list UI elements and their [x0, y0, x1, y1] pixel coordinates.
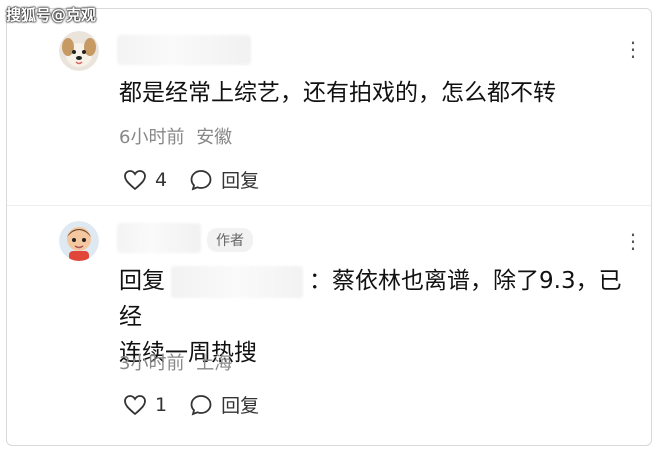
reply-prefix[interactable]: 回复 — [119, 268, 165, 294]
comment-meta: 3小时前 上海 — [119, 349, 232, 375]
comment-bubble-icon — [190, 394, 212, 415]
comment-actions: 1 回复 — [123, 391, 281, 418]
reply-button[interactable]: 回复 — [189, 391, 259, 418]
comment-time: 3小时前 — [119, 353, 185, 374]
author-badge: 作者 — [207, 228, 253, 252]
like-count: 4 — [155, 168, 168, 191]
more-dots-icon[interactable]: ⋮ — [623, 231, 644, 251]
reply-label: 回复 — [221, 395, 260, 417]
like-count: 1 — [155, 393, 168, 416]
heart-icon — [124, 169, 146, 190]
divider — [7, 205, 651, 206]
comment-time: 6小时前 — [119, 127, 185, 148]
comment-actions: 4 回复 — [123, 166, 281, 193]
avatar-dog[interactable] — [59, 31, 99, 71]
comment-meta: 6小时前 安徽 — [119, 123, 232, 149]
comment-location: 安徽 — [196, 127, 233, 148]
username-blurred[interactable] — [117, 223, 201, 253]
like-button[interactable]: 4 — [123, 169, 167, 191]
comment-text: 都是经常上综艺，还有拍戏的，怎么都不转 — [119, 80, 556, 106]
comment-card: ⋮ 都是经常上综艺，还有拍戏的，怎么都不转 6小时前 安徽 4 回复 作者 ⋮ … — [6, 8, 652, 446]
username-blurred[interactable] — [117, 35, 251, 65]
avatar-author[interactable] — [59, 221, 99, 261]
comment-bubble-icon — [190, 169, 212, 190]
like-button[interactable]: 1 — [123, 394, 167, 416]
reply-target-blurred[interactable] — [171, 265, 303, 298]
heart-icon — [124, 394, 146, 415]
more-dots-icon[interactable]: ⋮ — [623, 39, 644, 59]
reply-button[interactable]: 回复 — [189, 166, 259, 193]
reply-label: 回复 — [221, 170, 260, 192]
comment-location: 上海 — [196, 353, 233, 374]
watermark: 搜狐号@克观 — [6, 6, 97, 24]
